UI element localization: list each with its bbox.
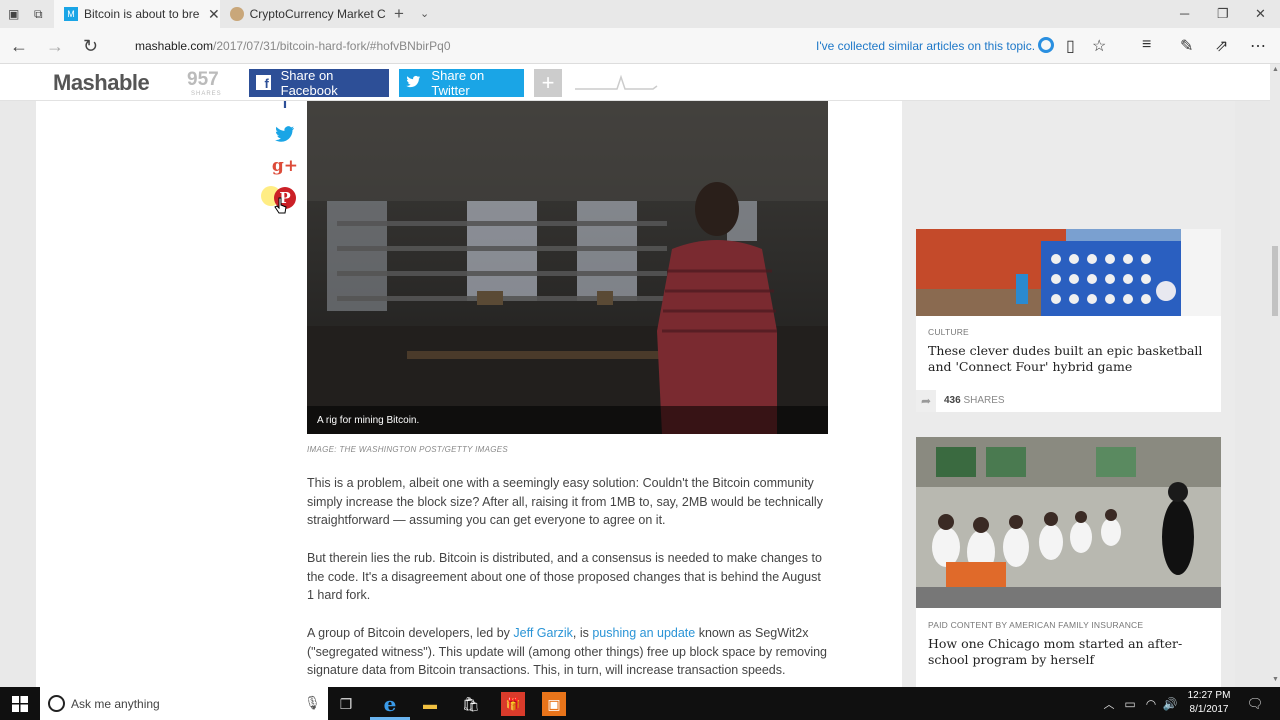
maximize-icon[interactable]: ❐ <box>1217 6 1229 22</box>
share-icon[interactable]: ⇗ <box>1215 36 1228 56</box>
mashable-favicon-icon: M <box>64 7 78 21</box>
paragraph-text: A group of Bitcoin developers, led by <box>307 626 514 640</box>
coin-favicon-icon <box>230 7 244 21</box>
basketball-connect-four-photo <box>916 229 1221 316</box>
share-on-twitter-label: Share on Twitter <box>431 68 485 98</box>
task-view-icon[interactable]: ❐ <box>334 692 358 716</box>
close-window-icon[interactable]: ✕ <box>1255 6 1266 22</box>
new-tab-icon[interactable]: + <box>394 4 404 24</box>
browser-tab-bar: ▣ ⧉ M Bitcoin is about to breal ✕ Crypto… <box>0 0 1280 28</box>
scroll-up-icon[interactable]: ▲ <box>1272 66 1279 73</box>
mashable-header: Mashable 957 SHARES f Share on Facebook … <box>0 64 1270 101</box>
hub-icon[interactable]: ≡ <box>1142 36 1151 54</box>
share-arrow-icon: ➦ <box>916 390 936 412</box>
card-title[interactable]: These clever dudes built an epic basketb… <box>928 343 1208 375</box>
share-velocity-sparkline <box>575 74 658 90</box>
forward-icon[interactable]: → <box>46 36 64 57</box>
address-bar: ← → ↻ mashable.com/2017/07/31/bitcoin-ha… <box>0 28 1280 64</box>
share-on-facebook-label: Share on Facebook <box>280 68 338 98</box>
cortana-circle-icon[interactable] <box>1038 37 1054 53</box>
twitter-share-icon[interactable] <box>269 118 301 150</box>
favorite-star-icon[interactable]: ☆ <box>1092 36 1106 56</box>
photo-credit: IMAGE: THE WASHINGTON POST/GETTY IMAGES <box>307 445 509 454</box>
gift-app-icon[interactable]: 🎁 <box>501 692 525 716</box>
system-clock[interactable]: 12:27 PM 8/1/2017 <box>1185 689 1233 717</box>
tabs-aside-icon[interactable]: ⧉ <box>34 7 43 22</box>
collected-articles-note[interactable]: I've collected similar articles on this … <box>816 39 1035 53</box>
more-icon[interactable]: ⋯ <box>1250 36 1266 56</box>
clock-time: 12:27 PM <box>1187 690 1231 701</box>
refresh-icon[interactable]: ↻ <box>83 36 98 57</box>
windows-taskbar: Ask me anything 🎙 ❐ e ▬ 🛍 🎁 ▣ ︿ ▭ ◠ 🔊 12… <box>0 687 1280 720</box>
store-icon[interactable]: 🛍 <box>459 692 483 716</box>
card-category: PAID CONTENT BY AMERICAN FAMILY INSURANC… <box>928 620 1144 630</box>
share-on-facebook-button[interactable]: f Share on Facebook <box>249 68 389 98</box>
share-on-twitter-button[interactable]: Share on Twitter <box>399 68 524 98</box>
after-school-program-photo <box>916 437 1221 608</box>
page-scrollbar[interactable]: ▲ ▼ <box>1270 64 1280 687</box>
tab-crypto-market-cap[interactable]: CryptoCurrency Market Cap <box>220 0 386 28</box>
sidebar-story-card[interactable]: CULTURE These clever dudes built an epic… <box>916 229 1221 412</box>
mashable-logo[interactable]: Mashable <box>53 70 150 96</box>
close-tab-icon[interactable]: ✕ <box>208 6 220 23</box>
tab-title: Bitcoin is about to breal <box>84 7 200 21</box>
shares-label: SHARES <box>963 395 1005 406</box>
url-path: /2017/07/31/bitcoin-hard-fork/#hofvBNbir… <box>213 39 451 53</box>
windows-start-icon[interactable] <box>8 692 32 716</box>
tab-bitcoin-article[interactable]: M Bitcoin is about to breal ✕ <box>54 0 220 28</box>
scroll-thumb[interactable] <box>1272 246 1278 316</box>
microphone-icon[interactable]: 🎙 <box>304 695 321 711</box>
card-title[interactable]: How one Chicago mom started an after-sch… <box>928 636 1208 668</box>
pushing-an-update-link[interactable]: pushing an update <box>592 626 695 640</box>
back-icon[interactable]: ← <box>10 36 28 57</box>
twitter-bird-icon <box>399 75 428 91</box>
clock-date: 8/1/2017 <box>1189 704 1229 715</box>
tab-title: CryptoCurrency Market Cap <box>249 7 386 21</box>
action-center-icon[interactable]: 🗨 <box>1243 692 1267 716</box>
photo-caption: A rig for mining Bitcoin. <box>317 415 420 426</box>
tab-preview-chevron-icon[interactable]: ⌄ <box>420 7 429 20</box>
orange-app-icon[interactable]: ▣ <box>542 692 566 716</box>
sidebar-sponsored-card[interactable]: PAID CONTENT BY AMERICAN FAMILY INSURANC… <box>916 437 1221 687</box>
total-shares-label: SHARES <box>191 91 222 97</box>
article-paragraph-2: But therein lies the rub. Bitcoin is dis… <box>307 551 822 603</box>
scroll-down-icon[interactable]: ▼ <box>1272 676 1279 683</box>
paragraph-text: , is <box>572 626 593 640</box>
cortana-icon <box>48 695 65 712</box>
facebook-icon: f <box>249 75 278 91</box>
shares-count: 436 <box>944 395 961 406</box>
mouse-pointer-icon <box>274 197 287 214</box>
minimize-icon[interactable]: ─ <box>1180 6 1189 21</box>
url-field[interactable]: mashable.com/2017/07/31/bitcoin-hard-for… <box>135 39 451 53</box>
total-shares-count: 957 <box>187 69 219 90</box>
web-page: f g+ P A rig for mining Bitcoin. IMAGE: … <box>0 64 1270 687</box>
reading-view-icon[interactable]: ▯ <box>1066 36 1075 56</box>
cortana-search-box[interactable]: Ask me anything 🎙 <box>40 687 328 720</box>
search-placeholder: Ask me anything <box>71 696 160 711</box>
googleplus-share-icon[interactable]: g+ <box>269 150 301 182</box>
card-category: CULTURE <box>928 327 969 337</box>
article-paragraph-3: A group of Bitcoin developers, led by Je… <box>307 624 831 680</box>
volume-icon[interactable]: 🔊 <box>1158 692 1182 716</box>
tab-actions-icon[interactable]: ▣ <box>8 7 19 21</box>
edge-browser-icon[interactable]: e <box>378 692 402 716</box>
url-host: mashable.com <box>135 39 214 53</box>
article-paragraph-1: This is a problem, albeit one with a see… <box>307 476 823 528</box>
bitcoin-mining-rig-photo <box>307 101 828 434</box>
file-explorer-icon[interactable]: ▬ <box>418 692 442 716</box>
jeff-garzik-link[interactable]: Jeff Garzik <box>513 626 573 640</box>
more-share-options-button[interactable]: + <box>534 69 562 97</box>
web-note-icon[interactable]: ✎ <box>1180 36 1193 56</box>
card-shares: 436 SHARES <box>944 395 1005 406</box>
